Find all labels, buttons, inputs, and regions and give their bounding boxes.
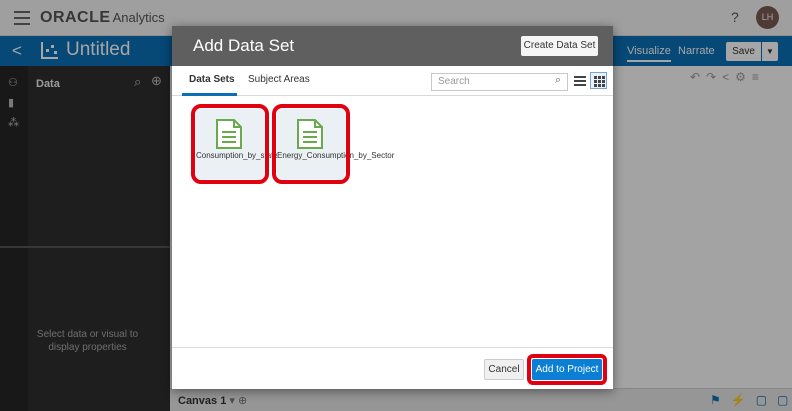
data-set-grid: Consumption_by_state_year Energy_Consump…	[172, 97, 613, 347]
dialog-header: Add Data Set Create Data Set	[172, 26, 613, 66]
highlight-box	[527, 354, 607, 385]
highlight-box	[272, 104, 350, 184]
dialog-title: Add Data Set	[193, 36, 295, 55]
grid-view-icon[interactable]	[590, 72, 607, 89]
tab-data-sets[interactable]: Data Sets	[189, 74, 235, 85]
tab-subject-areas[interactable]: Subject Areas	[248, 74, 310, 85]
active-tab-indicator	[182, 93, 237, 96]
cancel-button[interactable]: Cancel	[484, 359, 524, 380]
list-view-icon[interactable]	[574, 74, 586, 88]
search-icon[interactable]: ⌕	[555, 74, 561, 87]
add-data-set-dialog: Add Data Set Create Data Set Data Sets S…	[172, 26, 613, 389]
dialog-footer: Cancel Add to Project	[172, 347, 613, 389]
search-input[interactable]: Search	[431, 73, 568, 91]
create-data-set-button[interactable]: Create Data Set	[521, 36, 598, 56]
app-window: ORACLE Analytics ? LH < Untitled Visualiz…	[0, 0, 792, 411]
highlight-box	[191, 104, 269, 184]
